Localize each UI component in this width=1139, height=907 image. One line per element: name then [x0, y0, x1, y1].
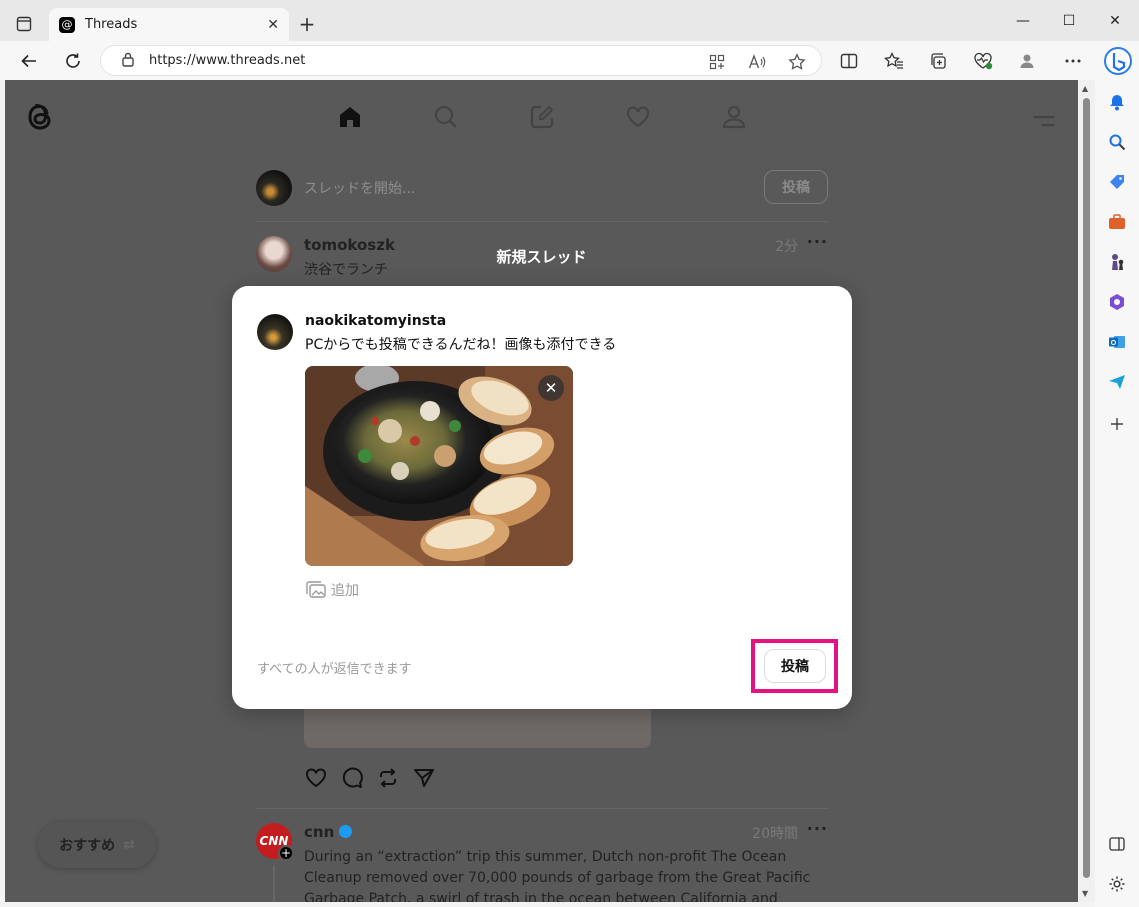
tab-title: Threads — [85, 17, 138, 32]
favorite-star-icon[interactable] — [787, 52, 807, 72]
microsoft-365-icon[interactable] — [1107, 292, 1127, 312]
outlook-icon[interactable]: O — [1107, 332, 1127, 352]
games-chess-icon[interactable] — [1107, 252, 1127, 272]
composer-input[interactable]: スレッドを開始... — [304, 178, 415, 198]
new-tab-button[interactable]: + — [295, 12, 319, 36]
follow-plus-icon[interactable]: + — [278, 845, 294, 861]
thread-text-input[interactable]: PCからでも投稿できるんだね！画像も添付できる — [305, 334, 616, 354]
nav-profile-icon[interactable] — [719, 102, 749, 132]
lock-icon — [121, 51, 137, 71]
share-send-icon[interactable] — [412, 766, 436, 790]
search-sidebar-icon[interactable] — [1107, 132, 1127, 152]
notifications-bell-icon[interactable] — [1107, 92, 1127, 112]
reply-permission-setting[interactable]: すべての人が返信できます — [257, 658, 412, 677]
composer-avatar — [256, 170, 292, 206]
image-gallery-icon — [305, 581, 327, 599]
page-scrollbar[interactable]: ▲ ▼ — [1078, 80, 1095, 902]
attached-image — [305, 366, 573, 566]
feed-post: CNN + cnn 20時間 ··· During an “extraction… — [256, 819, 828, 902]
collections-icon[interactable] — [926, 49, 950, 73]
add-sidebar-app-icon[interactable] — [1107, 414, 1127, 434]
remove-image-close-icon[interactable]: ✕ — [538, 375, 564, 401]
hide-sidebar-icon[interactable] — [1107, 834, 1127, 854]
profile-avatar-icon[interactable] — [1015, 49, 1039, 73]
modal-username: naokikatomyinsta — [305, 313, 447, 329]
address-bar[interactable]: https://www.threads.net — [100, 45, 822, 76]
threads-logo-icon[interactable] — [25, 100, 55, 134]
drop-send-icon[interactable] — [1107, 372, 1127, 392]
tab-close-icon[interactable]: ✕ — [267, 17, 279, 33]
switch-arrows-icon: ⇄ — [123, 837, 135, 853]
bing-copilot-icon[interactable] — [1103, 46, 1133, 76]
threads-favicon-icon: @ — [59, 16, 75, 33]
recommend-label: おすすめ — [59, 838, 116, 854]
minimize-button[interactable]: — — [1001, 8, 1045, 34]
scroll-up-arrow-icon[interactable]: ▲ — [1082, 84, 1088, 93]
edge-sidebar: O — [1095, 80, 1139, 907]
highlight-box — [751, 639, 838, 693]
composer-post-button[interactable]: 投稿 — [764, 170, 828, 204]
sidebar-settings-gear-icon[interactable] — [1107, 874, 1127, 894]
maximize-button[interactable]: ☐ — [1047, 8, 1091, 34]
favorites-icon[interactable] — [882, 49, 906, 73]
post-more-icon[interactable]: ··· — [807, 819, 828, 838]
thread-composer: スレッドを開始... 投稿 — [256, 168, 828, 222]
nav-home-icon[interactable] — [335, 102, 365, 132]
post-username[interactable]: cnn — [304, 823, 334, 841]
refresh-icon[interactable] — [61, 49, 85, 73]
nav-activity-heart-icon[interactable] — [623, 102, 653, 132]
nav-search-icon[interactable] — [431, 102, 461, 132]
verified-badge-icon — [339, 825, 353, 838]
read-aloud-icon[interactable] — [747, 52, 767, 72]
svg-text:O: O — [1111, 340, 1117, 347]
recommend-toggle-button[interactable]: おすすめ ⇄ — [38, 822, 156, 868]
more-options-icon[interactable] — [1061, 49, 1085, 73]
modal-avatar — [257, 314, 293, 350]
menu-hamburger-icon[interactable] — [1032, 112, 1056, 127]
browser-essentials-icon[interactable] — [971, 49, 995, 73]
scrollbar-thumb[interactable] — [1083, 98, 1090, 878]
close-window-button[interactable]: ✕ — [1093, 8, 1137, 34]
browser-titlebar: @ Threads ✕ + — ☐ ✕ — [0, 0, 1139, 41]
shopping-tag-icon[interactable] — [1107, 172, 1127, 192]
post-timestamp: 20時間 — [752, 826, 798, 842]
scroll-down-arrow-icon[interactable]: ▼ — [1082, 889, 1088, 898]
feed-divider — [256, 808, 828, 809]
back-arrow-icon[interactable] — [17, 49, 41, 73]
tab-actions-icon[interactable] — [10, 12, 38, 36]
app-available-icon[interactable] — [707, 52, 727, 72]
split-screen-icon[interactable] — [837, 49, 861, 73]
repost-icon[interactable] — [376, 766, 400, 790]
url-text: https://www.threads.net — [149, 53, 306, 68]
modal-title: 新規スレッド — [496, 248, 587, 266]
browser-tab[interactable]: @ Threads ✕ — [49, 8, 289, 41]
browser-toolbar: https://www.threads.net — [0, 41, 1139, 80]
like-heart-icon[interactable] — [304, 766, 328, 790]
post-text: During an “extraction” trip this summer,… — [304, 849, 811, 902]
add-label: 追加 — [331, 583, 359, 599]
tools-briefcase-icon[interactable] — [1107, 212, 1127, 232]
thread-line — [273, 865, 275, 902]
nav-compose-icon[interactable] — [527, 102, 557, 132]
post-username-wrap[interactable]: cnn — [304, 823, 353, 841]
add-attachment-button[interactable]: 追加 — [305, 580, 359, 600]
reply-bubble-icon[interactable] — [340, 766, 364, 790]
